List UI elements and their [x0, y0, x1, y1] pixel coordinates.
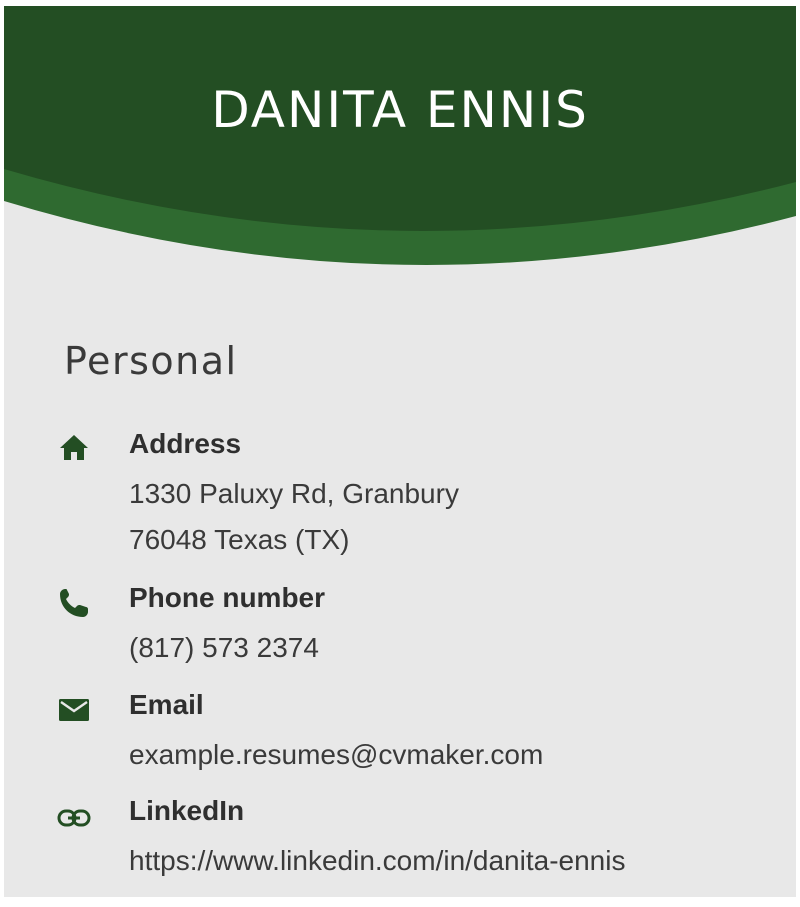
linkedin-url: https://www.linkedin.com/in/danita-ennis: [129, 845, 626, 876]
phone-number: (817) 573 2374: [129, 632, 319, 663]
email-label: Email: [129, 689, 204, 720]
link-icon: [54, 798, 94, 838]
phone-icon: [54, 583, 94, 623]
email-icon: [54, 690, 94, 730]
page: DANITA ENNIS Personal Address 1330 Palux…: [0, 0, 800, 907]
phone-value: (817) 573 2374: [129, 625, 319, 671]
email-value: example.resumes@cvmaker.com: [129, 732, 543, 778]
address-line-2: 76048 Texas (TX): [129, 524, 350, 555]
email-address: example.resumes@cvmaker.com: [129, 739, 544, 770]
section-title-personal: Personal: [64, 339, 238, 383]
resume-sidebar-card: DANITA ENNIS Personal Address 1330 Palux…: [4, 6, 796, 897]
linkedin-label: LinkedIn: [129, 795, 245, 826]
header-banner: [4, 6, 796, 265]
address-line-1: 1330 Paluxy Rd, Granbury: [129, 478, 459, 509]
phone-label: Phone number: [129, 582, 326, 613]
address-value: 1330 Paluxy Rd, Granbury 76048 Texas (TX…: [129, 471, 459, 563]
candidate-name: DANITA ENNIS: [211, 81, 589, 139]
linkedin-value: https://www.linkedin.com/in/danita-ennis: [129, 838, 625, 884]
address-label: Address: [129, 428, 242, 459]
home-icon: [54, 427, 94, 467]
